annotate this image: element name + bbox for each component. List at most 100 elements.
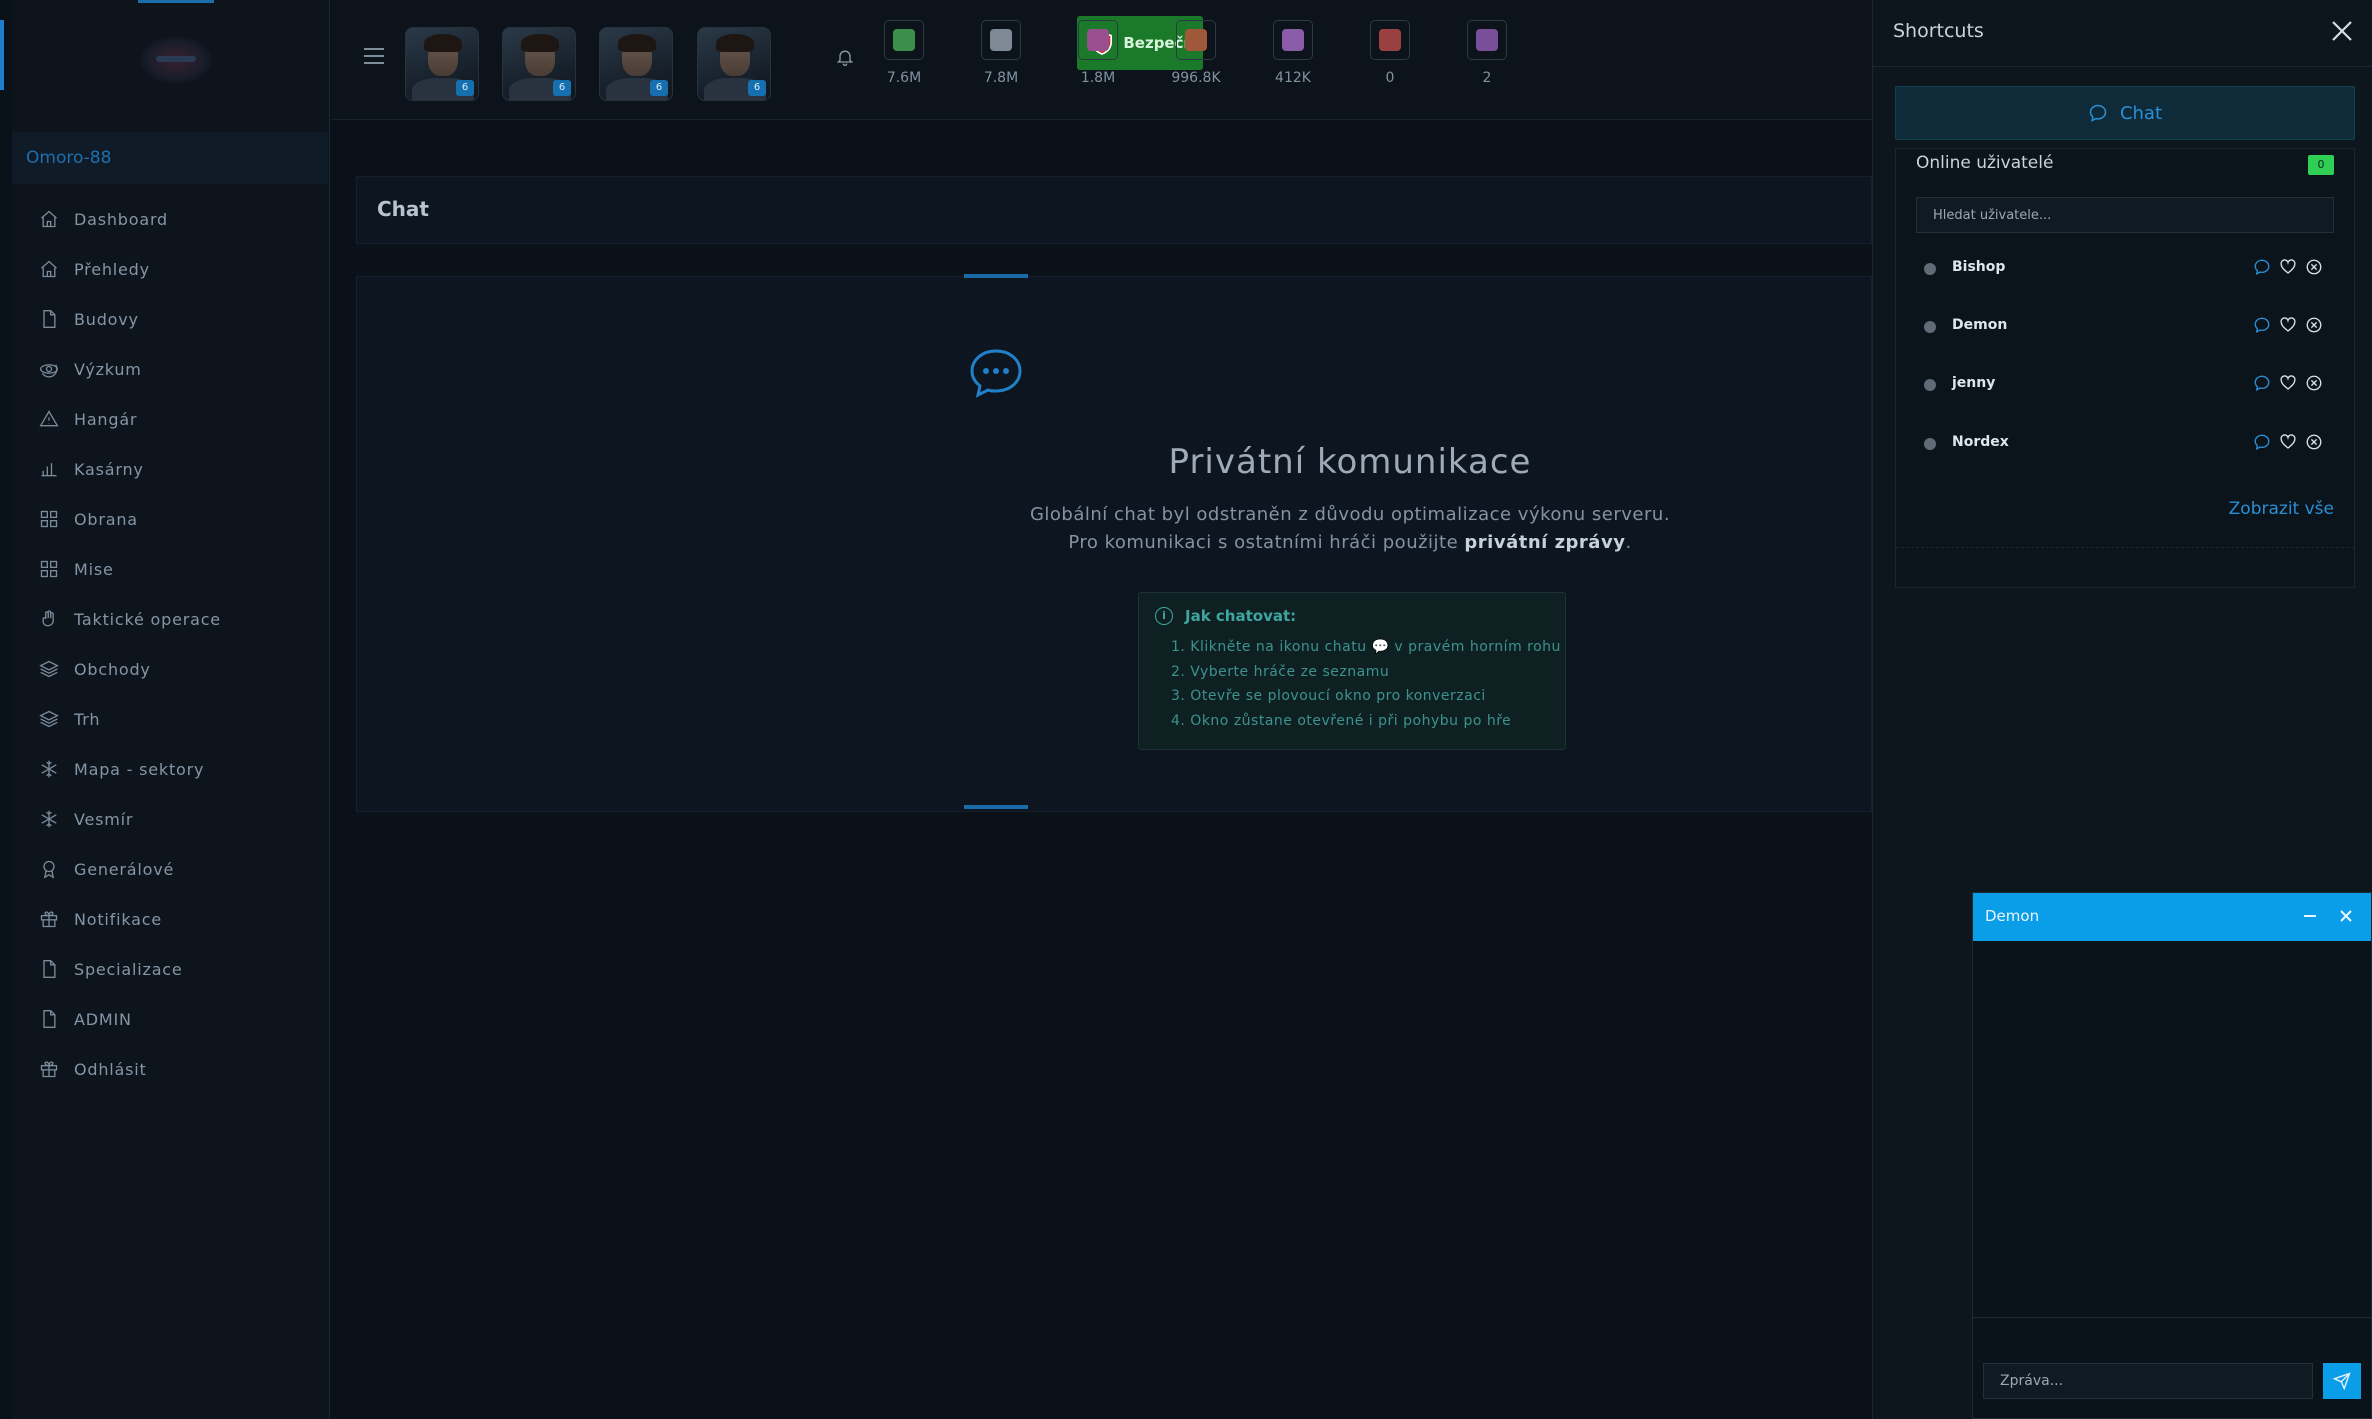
sidebar-item-specializace[interactable]: Specializace [12,944,328,994]
general-portrait[interactable]: 6 [405,27,479,101]
layers-icon [38,708,60,730]
status-dot [1924,263,1936,275]
award-icon [38,858,60,880]
sidebar-item-hangár[interactable]: Hangár [12,394,328,444]
resource-counter[interactable]: 2 [1457,20,1517,86]
sidebar-item-admin[interactable]: ADMIN [12,994,328,1044]
bell-icon[interactable] [835,46,855,68]
snowflake-icon [38,758,60,780]
sidebar-item-kasárny[interactable]: Kasárny [12,444,328,494]
show-all-link[interactable]: Zobrazit vše [2212,499,2334,519]
chat-icon[interactable] [2252,257,2272,277]
howto-box: i Jak chatovat: 1. Klikněte na ikonu cha… [1138,592,1566,750]
resource-counter[interactable]: 412K [1263,20,1323,86]
menu-toggle-icon[interactable] [364,48,384,64]
user-name[interactable]: Nordex [1952,434,2009,450]
close-icon[interactable] [2329,18,2355,44]
general-portrait[interactable]: 6 [599,27,673,101]
sidebar-item-obrana[interactable]: Obrana [12,494,328,544]
sidebar-item-trh[interactable]: Trh [12,694,328,744]
sidebar-item-label: Obrana [74,509,138,529]
sidebar-item-budovy[interactable]: Budovy [12,294,328,344]
sidebar-item-label: Kasárny [74,459,144,479]
general-portrait[interactable]: 6 [502,27,576,101]
heart-icon[interactable] [2278,373,2298,393]
send-icon [2333,1372,2351,1390]
message-input[interactable] [1983,1363,2313,1399]
online-user-row[interactable]: Demon [1916,307,2334,347]
user-name[interactable]: jenny [1952,375,1995,391]
heart-icon[interactable] [2278,432,2298,452]
close-icon[interactable] [2337,907,2355,925]
sidebar-item-odhlásit[interactable]: Odhlásit [12,1044,328,1094]
bar-chart-icon [38,458,60,480]
resource-counter[interactable]: 996.8K [1166,20,1226,86]
resource-value: 7.8M [983,70,1019,86]
resource-icon [1467,20,1507,60]
sidebar-item-label: Mise [74,559,114,579]
sidebar-item-výzkum[interactable]: Výzkum [12,344,328,394]
resource-value: 0 [1385,70,1395,86]
logo-accent [138,0,214,3]
user-name[interactable]: Bishop [1952,259,2005,275]
sidebar-item-dashboard[interactable]: Dashboard [12,194,328,244]
sidebar-item-taktické-operace[interactable]: Taktické operace [12,594,328,644]
level-badge: 6 [650,80,668,96]
chat-icon[interactable] [2252,315,2272,335]
block-icon[interactable] [2304,373,2324,393]
resource-icon [981,20,1021,60]
resource-counter[interactable]: 7.6M [874,20,934,86]
sidebar-item-notifikace[interactable]: Notifikace [12,894,328,944]
sidebar-menu: Dashboard Přehledy Budovy Výzkum Hangár Kasár… [12,194,328,1094]
sidebar-item-label: Mapa - sektory [74,759,205,779]
resource-icon [884,20,924,60]
divider [1973,1317,2371,1318]
online-user-row[interactable]: jenny [1916,365,2334,405]
level-badge: 6 [748,80,766,96]
sidebar-item-vesmír[interactable]: Vesmír [12,794,328,844]
user-search-input[interactable] [1916,197,2334,233]
block-icon[interactable] [2304,257,2324,277]
chat-window-title: Demon [1985,907,2040,925]
resource-value: 7.6M [886,70,922,86]
sidebar-item-label: Taktické operace [74,609,221,629]
send-button[interactable] [2323,1363,2361,1399]
resource-value: 412K [1275,70,1311,86]
minimize-icon[interactable] [2301,907,2319,925]
sidebar-item-přehledy[interactable]: Přehledy [12,244,328,294]
general-portrait[interactable]: 6 [697,27,771,101]
howto-step: 1. Klikněte na ikonu chatu 💬 v pravém ho… [1171,639,1561,655]
resource-counter[interactable]: 7.8M [971,20,1031,86]
sidebar-item-generálové[interactable]: Generálové [12,844,328,894]
username[interactable]: Omoro-88 [26,148,111,168]
sidebar-item-mise[interactable]: Mise [12,544,328,594]
online-user-row[interactable]: Nordex [1916,424,2334,464]
sidebar-item-label: Vesmír [74,809,134,829]
sidebar-item-label: Přehledy [74,259,150,279]
user-name[interactable]: Demon [1952,317,2007,333]
gift-icon [38,908,60,930]
resource-counter[interactable]: 0 [1360,20,1420,86]
heart-icon[interactable] [2278,315,2298,335]
resource-value: 1.8M [1080,70,1116,86]
chat-icon[interactable] [2252,432,2272,452]
sidebar-item-obchody[interactable]: Obchody [12,644,328,694]
page-header: Chat [356,176,1872,244]
heart-icon[interactable] [2278,257,2298,277]
resource-icon [1273,20,1313,60]
chat-window-header[interactable]: Demon [1973,893,2371,941]
chat-tab[interactable]: Chat [1895,86,2355,140]
top-bar: 6666 Bezpečí 7.6M 7.8M 1.8M 996.8K 412K 0 2 [331,0,1872,120]
block-icon[interactable] [2304,315,2324,335]
gift-icon [38,1058,60,1080]
chat-icon[interactable] [2252,373,2272,393]
sidebar-item-mapa-sektory[interactable]: Mapa - sektory [12,744,328,794]
block-icon[interactable] [2304,432,2324,452]
sidebar-item-label: Generálové [74,859,175,879]
resource-counter[interactable]: 1.8M [1068,20,1128,86]
divider [1896,547,2354,548]
chat-tab-label: Chat [2119,102,2163,124]
game-logo[interactable] [140,36,212,84]
resource-value: 996.8K [1171,70,1221,86]
online-user-row[interactable]: Bishop [1916,249,2334,289]
